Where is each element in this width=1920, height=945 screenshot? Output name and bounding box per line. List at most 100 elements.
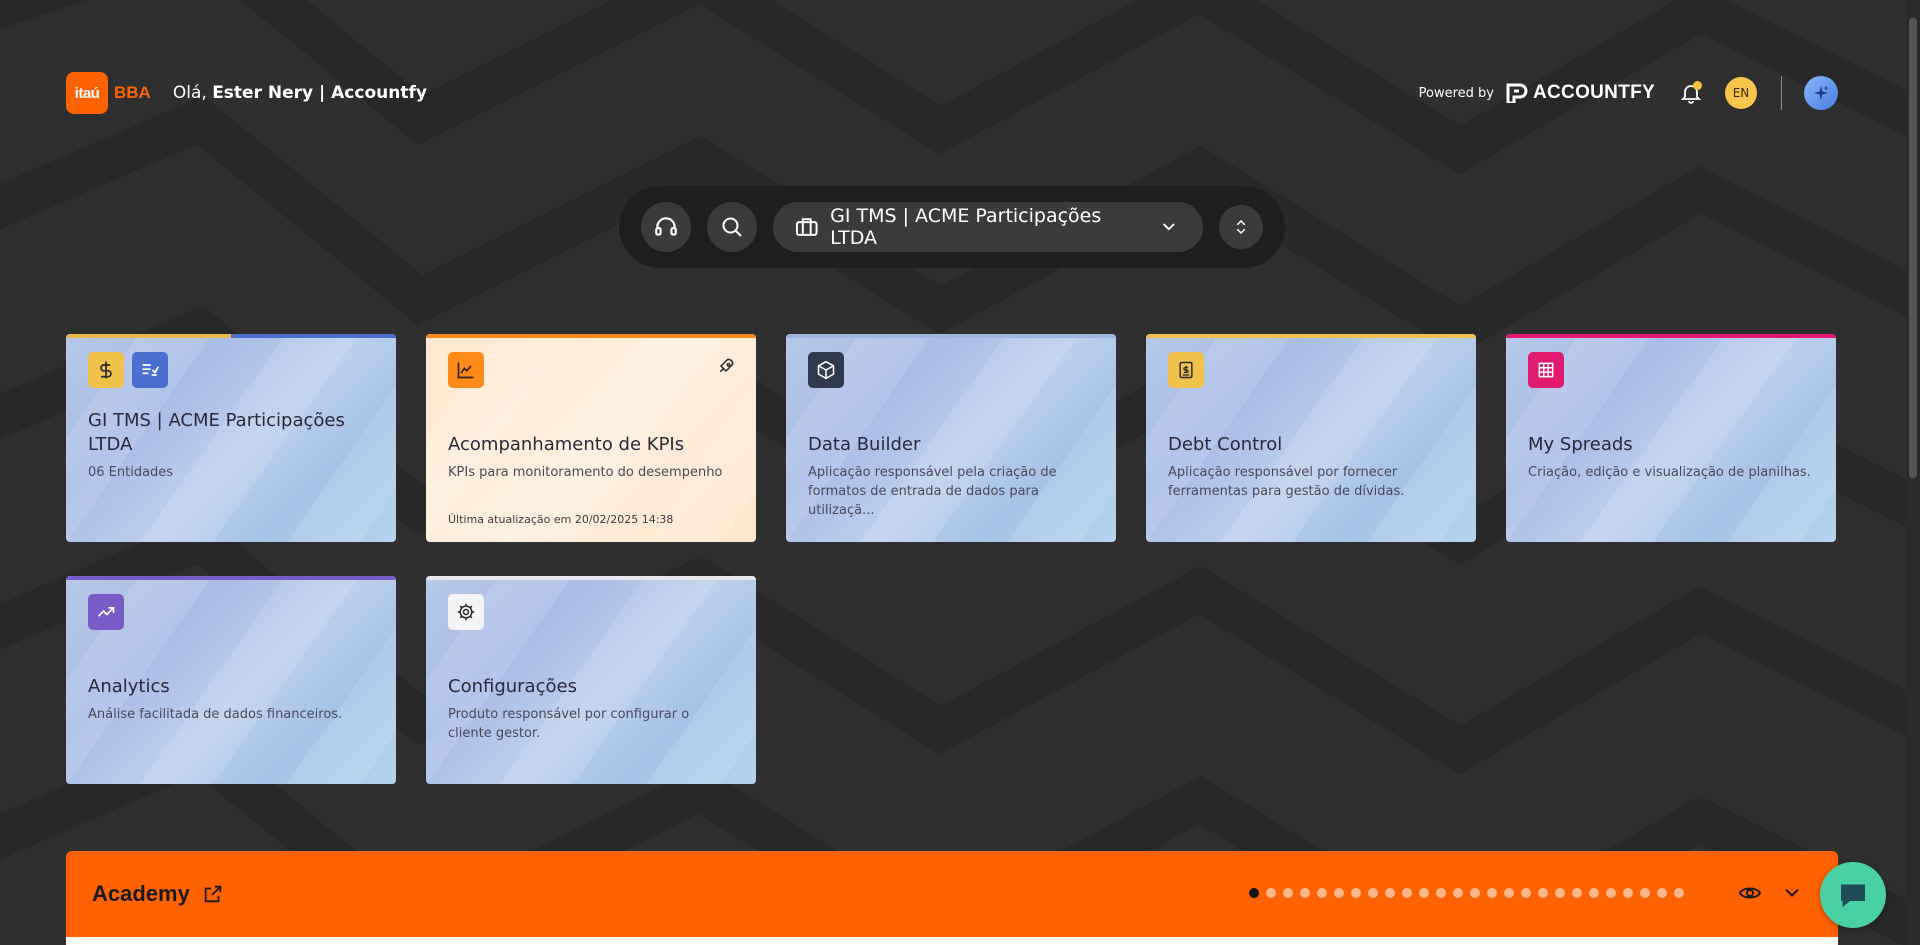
card-title: Acompanhamento de KPIs: [448, 434, 685, 455]
chevron-down-icon: [1162, 223, 1175, 231]
carousel-dot[interactable]: [1368, 888, 1378, 898]
card-description: 06 Entidades: [88, 465, 174, 480]
card-title: Analytics: [88, 676, 170, 697]
carousel-dot[interactable]: [1385, 888, 1395, 898]
card-last-updated: Última atualização em 20/02/2025 14:38: [448, 513, 674, 526]
carousel-dot[interactable]: [1487, 888, 1497, 898]
card-description: Análise facilitada de dados financeiros.: [88, 707, 343, 722]
card-icons: [448, 352, 484, 388]
eye-icon[interactable]: [1738, 881, 1762, 909]
carousel-dot[interactable]: [1249, 888, 1259, 898]
card-accent-bar: [426, 334, 756, 338]
card-accent-bar: [786, 334, 1116, 338]
carousel-dot[interactable]: [1283, 888, 1293, 898]
greeting-prefix: Olá,: [172, 83, 207, 103]
card-settings[interactable]: Configurações Produto responsável por co…: [426, 576, 756, 784]
card-analytics[interactable]: Analytics Análise facilitada de dados fi…: [66, 576, 396, 784]
checklist-icon: [132, 352, 168, 388]
carousel-dot[interactable]: [1674, 888, 1684, 898]
carousel-dot[interactable]: [1436, 888, 1446, 898]
card-data-builder[interactable]: Data Builder Aplicação responsável pela …: [786, 334, 1116, 542]
card-description: Criação, edição e visualização de planil…: [1528, 465, 1811, 480]
company-selector[interactable]: GI TMS | ACME Participações LTDA: [772, 202, 1204, 252]
accountfy-logo: ACCOUNTFY: [1506, 82, 1655, 104]
card-icons: [1168, 352, 1204, 388]
itau-bba-logo[interactable]: itaú BBA: [66, 72, 151, 114]
card-description: Produto responsável por configurar o cli…: [448, 707, 690, 741]
carousel-dot[interactable]: [1317, 888, 1327, 898]
carousel-dot[interactable]: [1623, 888, 1633, 898]
card-title: My Spreads: [1528, 434, 1633, 455]
card-accent-bar: [1506, 334, 1836, 338]
accountfy-brand-text: ACCOUNTFY: [1533, 82, 1655, 103]
cube-icon: [808, 352, 844, 388]
card-title: Configurações: [448, 676, 577, 697]
chat-button[interactable]: [1820, 862, 1886, 928]
card-accent-bar: [1146, 334, 1476, 338]
page-scrollbar[interactable]: [1906, 0, 1920, 945]
greeting-user-name: Ester Nery | Accountfy: [212, 83, 427, 103]
header-actions: Powered by ACCOUNTFY EN: [1419, 76, 1838, 110]
external-link-icon[interactable]: [202, 883, 224, 905]
powered-by-label: Powered by: [1418, 85, 1495, 101]
academy-controls: [1738, 881, 1802, 909]
card-company[interactable]: GI TMS | ACME Participações LTDA 06 Enti…: [66, 334, 396, 542]
greeting: Olá, Ester Nery | Accountfy: [173, 83, 427, 103]
card-accent-bar: [66, 334, 396, 338]
card-accent-bar: [426, 576, 756, 580]
card-kpis[interactable]: Acompanhamento de KPIs KPIs para monitor…: [426, 334, 756, 542]
carousel-dot[interactable]: [1334, 888, 1344, 898]
search-button[interactable]: [706, 202, 757, 252]
carousel-dot[interactable]: [1589, 888, 1599, 898]
top-header: itaú BBA Olá, Ester Nery | Accountfy Pow…: [66, 71, 1838, 115]
carousel-dot[interactable]: [1555, 888, 1565, 898]
card-title: GI TMS | ACME Participações LTDA: [88, 410, 345, 455]
language-switch[interactable]: EN: [1725, 77, 1757, 109]
accountfy-mark-icon: [1506, 83, 1528, 103]
card-accent-bar: [66, 576, 396, 580]
carousel-dot[interactable]: [1470, 888, 1480, 898]
card-title: Data Builder: [808, 434, 921, 455]
support-button[interactable]: [641, 202, 691, 252]
brand-area: itaú BBA Olá, Ester Nery | Accountfy: [66, 72, 427, 114]
card-debt-control[interactable]: Debt Control Aplicação responsável por f…: [1146, 334, 1476, 542]
chevron-up-down-icon: [1236, 219, 1246, 235]
carousel-dot[interactable]: [1521, 888, 1531, 898]
card-icons: [1528, 352, 1564, 388]
line-chart-icon: [448, 352, 484, 388]
carousel-dot[interactable]: [1266, 888, 1276, 898]
carousel-dot[interactable]: [1419, 888, 1429, 898]
academy-title: Academy: [92, 881, 190, 906]
chat-bubble-icon: [1841, 884, 1865, 907]
chevron-down-icon[interactable]: [1782, 883, 1802, 907]
carousel-dot[interactable]: [1572, 888, 1582, 898]
carousel-dot[interactable]: [1402, 888, 1412, 898]
gear-icon: [448, 594, 484, 630]
search-icon: [722, 217, 742, 237]
ai-assistant-button[interactable]: [1804, 76, 1838, 110]
card-description: KPIs para monitoramento do desempenho: [448, 465, 723, 480]
carousel-dot[interactable]: [1657, 888, 1667, 898]
dollar-icon: [88, 352, 124, 388]
carousel-dot[interactable]: [1640, 888, 1650, 898]
scrollbar-thumb[interactable]: [1909, 18, 1917, 478]
card-description: Aplicação responsável por fornecer ferra…: [1168, 465, 1405, 499]
carousel-dot[interactable]: [1300, 888, 1310, 898]
itau-logo-box: itaú: [66, 72, 108, 114]
headset-icon: [655, 217, 677, 236]
bba-logo-text: BBA: [114, 83, 151, 102]
card-title: Debt Control: [1168, 434, 1283, 455]
notifications-button[interactable]: [1677, 79, 1705, 107]
card-my-spreads[interactable]: My Spreads Criação, edição e visualizaçã…: [1506, 334, 1836, 542]
carousel-dots: [1249, 888, 1684, 898]
rocket-icon: [719, 358, 734, 373]
carousel-dot[interactable]: [1606, 888, 1616, 898]
card-icons: [88, 352, 168, 388]
notification-indicator: [1693, 81, 1702, 90]
carousel-dot[interactable]: [1453, 888, 1463, 898]
carousel-dot[interactable]: [1538, 888, 1548, 898]
carousel-dot[interactable]: [1504, 888, 1514, 898]
academy-banner: Academy: [66, 851, 1838, 937]
carousel-dot[interactable]: [1351, 888, 1361, 898]
switch-context-button[interactable]: [1219, 205, 1263, 249]
